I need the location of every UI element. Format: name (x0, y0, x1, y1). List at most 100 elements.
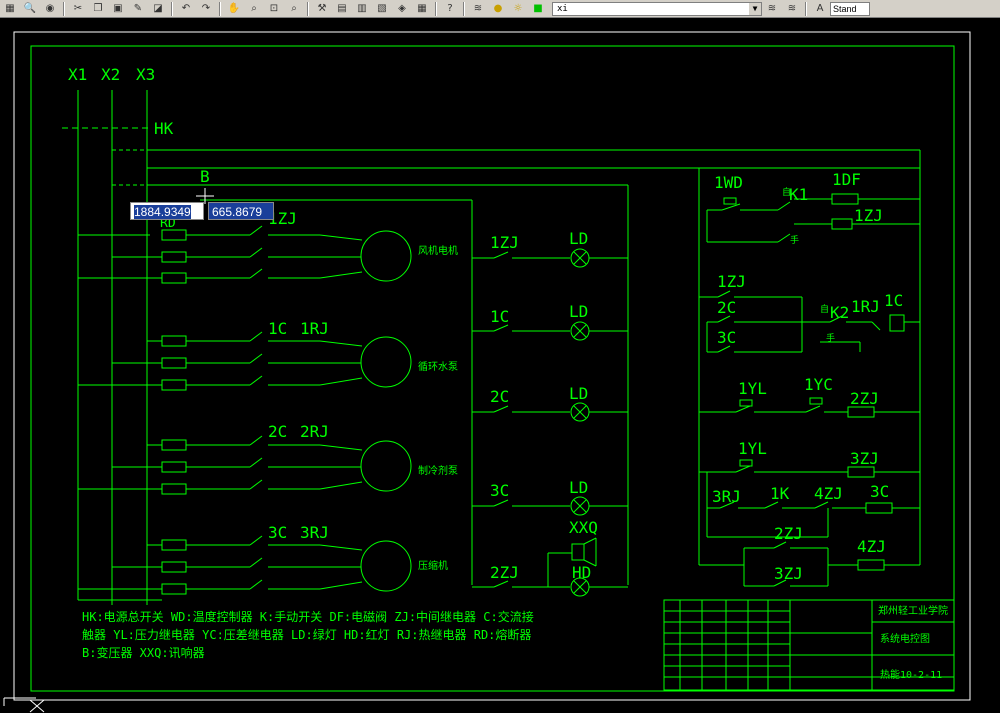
properties-icon[interactable]: ⚒ (314, 2, 330, 16)
control-label: 1RJ (851, 297, 880, 316)
calculator-icon[interactable]: ▦ (414, 2, 430, 16)
control-label: 1WD (714, 173, 743, 192)
layer-sun-icon[interactable]: ☼ (510, 2, 526, 16)
block-editor-icon[interactable]: ◪ (150, 2, 166, 16)
title-block-school: 郑州轻工业学院 (878, 604, 948, 617)
layer-bulb-icon[interactable]: ● (490, 2, 506, 16)
control-label: K1 (789, 185, 808, 204)
copy-icon[interactable]: ❐ (90, 2, 106, 16)
control-label: 3ZJ (774, 564, 803, 583)
control-small-label: 自 (820, 303, 829, 315)
help-icon[interactable]: ? (442, 2, 458, 16)
make-current-layer-icon[interactable]: ≋ (764, 2, 780, 16)
motor-row-2 (78, 331, 412, 391)
relay-label: 2ZJ (490, 563, 519, 582)
lamp-label: LD (569, 302, 588, 321)
control-label: 1YL (738, 439, 767, 458)
control-label: 2ZJ (774, 524, 803, 543)
layer-select[interactable]: xi ▼ (552, 1, 762, 16)
relay-label: 2C (490, 387, 509, 406)
text-style-icon[interactable]: A (812, 2, 828, 16)
layer-manager-icon[interactable]: ≋ (470, 2, 486, 16)
control-label: 1DF (832, 170, 861, 189)
toolbar-separator (63, 1, 65, 16)
title-block-drawing-number: 热能10-2-11 (880, 668, 942, 681)
chevron-down-icon[interactable]: ▼ (749, 2, 761, 15)
motor-name: 制冷剂泵 (418, 464, 458, 477)
transformer-label: B (200, 167, 210, 186)
text-style-select[interactable]: Stand (830, 1, 870, 16)
sheet-set-icon[interactable]: ▧ (374, 2, 390, 16)
contactor-label: 2RJ (300, 422, 329, 441)
terminal-x2-label: X2 (101, 65, 120, 84)
cut-icon[interactable]: ✂ (70, 2, 86, 16)
undo-icon[interactable]: ↶ (178, 2, 194, 16)
publish-icon[interactable]: ◉ (42, 2, 58, 16)
dynamic-input-x-value: 1884.9349 (134, 205, 191, 219)
zoom-realtime-icon[interactable]: ⌕ (246, 2, 262, 16)
toolbar-separator (307, 1, 309, 16)
control-label: 3C (717, 328, 736, 347)
contactor-label: 2C (268, 422, 287, 441)
match-properties-icon[interactable]: ✎ (130, 2, 146, 16)
layer-color-icon[interactable]: ■ (530, 2, 546, 16)
paste-icon[interactable]: ▣ (110, 2, 126, 16)
control-label: 3C (870, 482, 889, 501)
toolbar-separator (435, 1, 437, 16)
control-label: K2 (830, 303, 849, 322)
layer-previous-icon[interactable]: ≋ (784, 2, 800, 16)
control-label: 4ZJ (814, 484, 843, 503)
zoom-previous-icon[interactable]: ⌕ (286, 2, 302, 16)
dynamic-input-y-field[interactable]: 665.8679 (208, 202, 274, 220)
contactor-label: 3C (268, 523, 287, 542)
control-small-label: 手 (790, 234, 799, 246)
motor-row-4 (78, 535, 412, 595)
control-label: 3ZJ (850, 449, 879, 468)
control-small-label: 手 (826, 332, 835, 344)
markup-icon[interactable]: ◈ (394, 2, 410, 16)
contactor-label: 1C (268, 319, 287, 338)
text-style-value: Stand (833, 3, 857, 14)
buzzer-label: XXQ (569, 518, 598, 537)
print-preview-icon[interactable]: 🔍 (22, 2, 38, 16)
lamp-label: LD (569, 384, 588, 403)
control-small-label: 自 (782, 186, 791, 198)
control-label: 2C (717, 298, 736, 317)
terminal-x1-label: X1 (68, 65, 87, 84)
control-label: 2ZJ (850, 389, 879, 408)
lamp-label: HD (572, 563, 591, 582)
motor-name: 压缩机 (418, 559, 448, 572)
control-label: 4ZJ (857, 537, 886, 556)
pan-icon[interactable]: ✋ (226, 2, 242, 16)
control-label: 1C (884, 291, 903, 310)
motor-name: 循环水泵 (418, 360, 458, 373)
control-label: 1YC (804, 375, 833, 394)
lamp-label: LD (569, 229, 588, 248)
tool-palettes-icon[interactable]: ▥ (354, 2, 370, 16)
legend-line: B:变压器 XXQ:讯响器 (82, 645, 205, 660)
motor-name: 风机电机 (418, 244, 458, 257)
control-label: 1YL (738, 379, 767, 398)
motor-row-3 (78, 435, 412, 495)
drawing-canvas[interactable]: X1 X2 X3 HK B RD 1ZJ 1C 1RJ 2C 2RJ 3C 3R… (0, 18, 1000, 713)
lamp-panel (472, 248, 628, 597)
design-center-icon[interactable]: ▤ (334, 2, 350, 16)
dynamic-input-y-value: 665.8679 (212, 205, 263, 219)
contactor-label: 1RJ (300, 319, 329, 338)
toolbar-separator (219, 1, 221, 16)
terminal-x3-label: X3 (136, 65, 155, 84)
plot-icon[interactable]: ▦ (2, 2, 18, 16)
control-label: 3RJ (712, 487, 741, 506)
legend-line: 触器 YL:压力继电器 YC:压差继电器 LD:绿灯 HD:红灯 RJ:热继电器… (82, 627, 531, 642)
relay-label: 1C (490, 307, 509, 326)
motor-row-1 (78, 225, 412, 284)
redo-icon[interactable]: ↷ (198, 2, 214, 16)
dynamic-input-x-field[interactable]: 1884.9349 (130, 202, 204, 220)
cad-toolbar: ▦ 🔍 ◉ ✂ ❐ ▣ ✎ ◪ ↶ ↷ ✋ ⌕ ⊡ ⌕ ⚒ ▤ ▥ ▧ ◈ ▦ … (0, 0, 1000, 18)
control-label: 1ZJ (717, 272, 746, 291)
zoom-window-icon[interactable]: ⊡ (266, 2, 282, 16)
toolbar-separator (171, 1, 173, 16)
legend-line: HK:电源总开关 WD:温度控制器 K:手动开关 DF:电磁阀 ZJ:中间继电器… (82, 609, 534, 624)
layer-select-value: xi (557, 3, 568, 14)
relay-label: 3C (490, 481, 509, 500)
